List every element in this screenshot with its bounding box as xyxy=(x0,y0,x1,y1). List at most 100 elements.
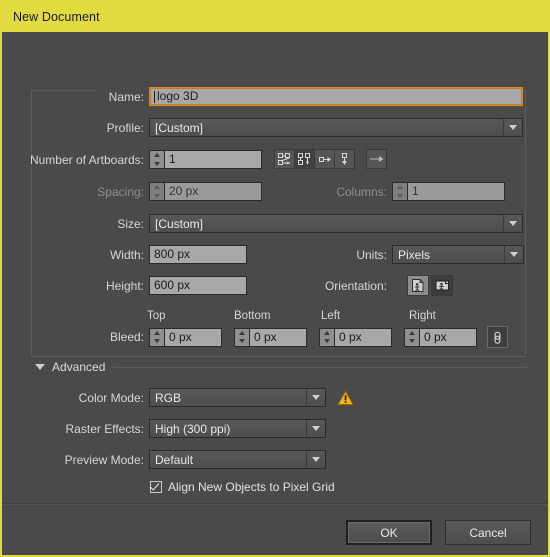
height-input[interactable]: 600 px xyxy=(149,276,247,295)
raster-effects-value: High (300 ppi) xyxy=(155,421,231,436)
grid-by-row-icon-button[interactable] xyxy=(274,149,295,169)
stepper-up-icon[interactable] xyxy=(405,329,419,338)
chevron-down-icon xyxy=(306,420,325,437)
columns-input[interactable]: 1 xyxy=(407,182,505,201)
stepper-up-icon[interactable] xyxy=(150,151,164,160)
stepper-down-icon[interactable] xyxy=(235,337,249,346)
spacing-label: Spacing: xyxy=(97,184,144,199)
color-mode-value: RGB xyxy=(155,390,182,405)
size-row: Size: [Custom] xyxy=(2,214,526,233)
profile-row: Profile: [Custom] xyxy=(2,118,526,137)
orientation-row: Orientation: xyxy=(302,275,453,296)
stepper-up-icon[interactable] xyxy=(235,329,249,338)
artboards-value: 1 xyxy=(169,152,176,166)
stepper-down-icon[interactable] xyxy=(320,337,334,346)
size-value: [Custom] xyxy=(155,216,204,231)
units-label: Units: xyxy=(356,247,387,262)
artboards-input[interactable]: 1 xyxy=(164,150,262,169)
width-input[interactable]: 800 px xyxy=(149,245,247,264)
left-to-right-arrow-icon-button[interactable] xyxy=(366,149,387,169)
bleed-bottom-input[interactable]: 0 px xyxy=(249,327,307,347)
align-pixel-grid-checkbox[interactable] xyxy=(150,481,162,493)
chevron-down-icon[interactable] xyxy=(35,364,45,370)
name-input[interactable]: logo 3D xyxy=(149,87,523,106)
raster-effects-row: Raster Effects: High (300 ppi) xyxy=(2,419,326,438)
color-mode-row: Color Mode: RGB xyxy=(2,388,354,407)
align-pixel-grid-row[interactable]: Align New Objects to Pixel Grid xyxy=(150,480,335,494)
name-row: Name: logo 3D xyxy=(2,87,526,106)
color-mode-select[interactable]: RGB xyxy=(149,388,326,407)
size-label: Size: xyxy=(117,216,144,231)
chevron-down-icon xyxy=(306,389,325,406)
ok-button[interactable]: OK xyxy=(346,520,432,545)
arrange-by-row-icon-button[interactable] xyxy=(314,149,335,169)
columns-row: Columns: 1 xyxy=(327,182,505,201)
profile-select[interactable]: [Custom] xyxy=(149,118,523,137)
bleed-top-input[interactable]: 0 px xyxy=(164,327,222,347)
left-to-right-arrow-icon xyxy=(369,156,383,162)
bleed-top-value: 0 px xyxy=(169,329,192,344)
chevron-down-icon xyxy=(504,246,523,263)
artboards-stepper[interactable] xyxy=(149,150,164,169)
bleed-right-input[interactable]: 0 px xyxy=(419,327,477,347)
stepper-up-icon[interactable] xyxy=(393,183,407,192)
bleed-right-group: 0 px xyxy=(404,327,477,347)
spacing-stepper[interactable] xyxy=(149,182,164,201)
stepper-down-icon[interactable] xyxy=(150,192,164,201)
stepper-down-icon[interactable] xyxy=(405,337,419,346)
stepper-down-icon[interactable] xyxy=(150,337,164,346)
grid-by-column-icon-button[interactable] xyxy=(294,149,315,169)
preview-mode-select[interactable]: Default xyxy=(149,450,326,469)
artboard-arrangement-toolbar xyxy=(274,149,387,169)
height-label: Height: xyxy=(105,278,144,293)
stepper-up-icon[interactable] xyxy=(150,183,164,192)
columns-label: Columns: xyxy=(336,184,387,199)
bleed-left-input[interactable]: 0 px xyxy=(334,327,392,347)
color-mode-warning xyxy=(337,389,354,406)
warning-triangle-icon xyxy=(337,389,354,405)
chevron-down-icon xyxy=(503,215,522,232)
advanced-divider xyxy=(113,366,527,368)
landscape-orientation-button[interactable] xyxy=(431,275,453,296)
spacing-row: Spacing: 20 px xyxy=(2,182,262,201)
stepper-down-icon[interactable] xyxy=(150,160,164,169)
spacing-value: 20 px xyxy=(169,184,199,198)
advanced-label: Advanced xyxy=(52,360,106,374)
grid-by-column-icon xyxy=(297,152,310,165)
bleed-top-stepper[interactable] xyxy=(149,327,164,347)
align-pixel-grid-label: Align New Objects to Pixel Grid xyxy=(168,480,335,494)
bleed-link-button[interactable] xyxy=(487,326,508,348)
stepper-up-icon[interactable] xyxy=(150,329,164,338)
bleed-right-stepper[interactable] xyxy=(404,327,419,347)
bleed-top-group: 0 px xyxy=(149,327,222,347)
chain-link-icon xyxy=(494,331,501,344)
units-select[interactable]: Pixels xyxy=(392,245,524,264)
ok-button-label: OK xyxy=(380,525,398,540)
footer-divider xyxy=(2,503,548,505)
raster-effects-select[interactable]: High (300 ppi) xyxy=(149,419,326,438)
portrait-page-icon xyxy=(412,279,424,292)
preview-mode-value: Default xyxy=(155,452,194,467)
artboards-row: Number of Artboards: 1 xyxy=(2,150,262,169)
bleed-bottom-stepper[interactable] xyxy=(234,327,249,347)
bleed-left-stepper[interactable] xyxy=(319,327,334,347)
arrange-by-column-icon-button[interactable] xyxy=(334,149,355,169)
height-row: Height: 600 px xyxy=(2,276,247,295)
footer-buttons: OK Cancel xyxy=(346,520,531,545)
bleed-left-label: Left xyxy=(321,310,341,322)
width-value: 800 px xyxy=(154,247,191,261)
cancel-button[interactable]: Cancel xyxy=(445,520,531,545)
stepper-up-icon[interactable] xyxy=(320,329,334,338)
size-select[interactable]: [Custom] xyxy=(149,214,523,233)
portrait-orientation-button[interactable] xyxy=(407,275,429,296)
bleed-right-value: 0 px xyxy=(424,329,447,344)
stepper-down-icon[interactable] xyxy=(393,192,407,201)
width-row: Width: 800 px xyxy=(2,245,247,264)
spacing-stepper-group: 20 px xyxy=(149,182,262,201)
profile-value: [Custom] xyxy=(155,120,204,135)
columns-stepper[interactable] xyxy=(392,182,407,201)
advanced-section-header[interactable]: Advanced xyxy=(35,360,527,374)
dialog-body: Name: logo 3D Profile: [Custom] Number o… xyxy=(2,32,548,555)
grid-by-row-icon xyxy=(277,152,291,165)
spacing-input[interactable]: 20 px xyxy=(164,182,262,201)
